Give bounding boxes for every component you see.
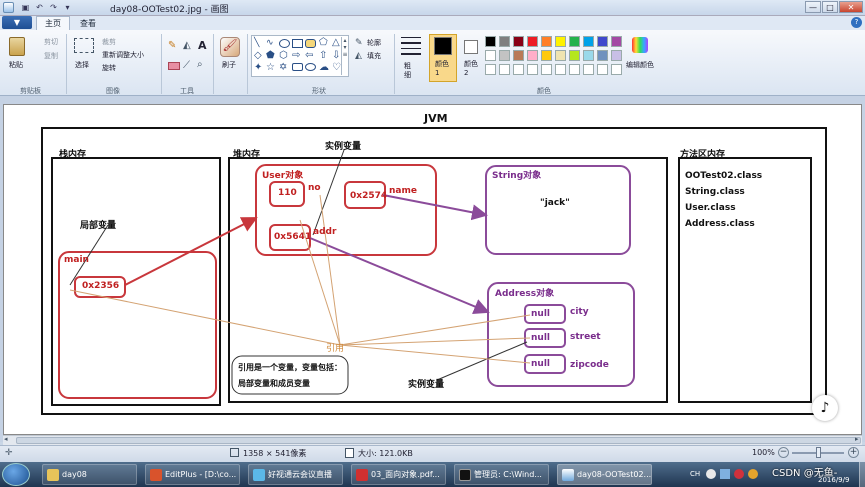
zipcode-field-label: zipcode [570, 360, 609, 370]
class-item-1: OOTest02.class [685, 171, 763, 181]
user-object-label: User对象 [262, 171, 304, 181]
zoom-out-button[interactable]: − [778, 447, 789, 458]
stack-ref-value: 0x2356 [82, 281, 120, 291]
main-frame-label: main [64, 255, 89, 265]
start-button[interactable] [2, 463, 30, 486]
tray-icon[interactable] [734, 469, 744, 479]
note-line-2: 局部变量和成员变量 [238, 379, 310, 388]
local-variable-label: 局部变量 [80, 221, 117, 231]
name-to-string-arrow [382, 194, 488, 221]
addr-field-value: 0x5641 [274, 232, 312, 242]
heap-title: 堆内存 [233, 150, 261, 160]
tray-icon[interactable] [748, 469, 758, 479]
taskbar-item-cmd[interactable]: 管理员: C:\Wind... [454, 464, 549, 485]
zipcode-field-value: null [531, 359, 550, 369]
cmd-icon [459, 468, 471, 481]
stack-box [51, 157, 221, 406]
status-bar [0, 445, 865, 462]
selection-size-icon [230, 448, 239, 457]
paint-icon [562, 468, 574, 481]
stack-title: 栈内存 [59, 150, 87, 160]
tray-icon[interactable] [706, 469, 716, 479]
taskbar-item-editplus[interactable]: EditPlus - [D:\co... [145, 464, 240, 485]
class-item-3: User.class [685, 203, 736, 213]
file-size: 大小: 121.0KB [358, 449, 413, 458]
scrollbar-thumb[interactable] [16, 437, 861, 444]
scroll-left-icon[interactable]: ◂ [4, 435, 8, 443]
city-field-label: city [570, 307, 589, 317]
name-field-value: 0x2574 [350, 191, 388, 201]
address-object-label: Address对象 [495, 289, 555, 299]
tray-icon[interactable] [720, 469, 730, 479]
folder-icon [47, 468, 59, 481]
csdn-watermark: CSDN @无鱼- [772, 468, 838, 479]
taskbar-item-meeting[interactable]: 好视通云会议直播 [248, 464, 343, 485]
street-field-label: street [570, 332, 601, 342]
zoom-level: 100% [752, 448, 775, 457]
name-field-label: name [389, 186, 417, 196]
reference-lines [69, 194, 531, 364]
class-item-2: String.class [685, 187, 745, 197]
string-object-label: String对象 [492, 171, 542, 181]
method-area-title: 方法区内存 [680, 150, 726, 160]
string-value: "jack" [540, 198, 570, 208]
add-point-icon: ✛ [5, 448, 13, 458]
no-field-value: 110 [278, 188, 297, 198]
taskbar-item-paint[interactable]: day08-OOTest02... [557, 464, 652, 485]
zoom-slider-thumb[interactable] [816, 447, 821, 458]
taskbar-item-pdf[interactable]: 03_面向对象.pdf... [351, 464, 446, 485]
city-field-value: null [531, 309, 550, 319]
language-indicator[interactable]: CH [690, 470, 700, 478]
zoom-in-button[interactable]: + [848, 447, 859, 458]
meeting-icon [253, 468, 265, 481]
jvm-title: JVM [424, 112, 448, 125]
addr-field-label: addr [313, 227, 337, 237]
file-size-icon [345, 448, 354, 458]
taskbar-item-explorer[interactable]: day08 [42, 464, 137, 485]
instance-variable-label-bottom: 实例变量 [408, 380, 445, 390]
editplus-icon [150, 468, 162, 481]
no-field-label: no [308, 183, 321, 193]
show-desktop-button[interactable] [859, 462, 865, 487]
scroll-right-icon[interactable]: ▸ [855, 435, 859, 443]
note-line-1: 引用是一个变量，变量包括： [238, 363, 342, 372]
addr-to-address-arrow [309, 237, 490, 315]
tiktok-logo-icon: ♪ [812, 395, 838, 421]
street-field-value: null [531, 333, 550, 343]
image-dimensions: 1358 × 541像素 [243, 449, 307, 458]
reference-label: 引用 [326, 344, 345, 354]
instance-variable-label-top: 实例变量 [325, 142, 362, 152]
main-frame-box [58, 251, 217, 399]
pdf-icon [356, 468, 368, 481]
class-item-4: Address.class [685, 219, 755, 229]
